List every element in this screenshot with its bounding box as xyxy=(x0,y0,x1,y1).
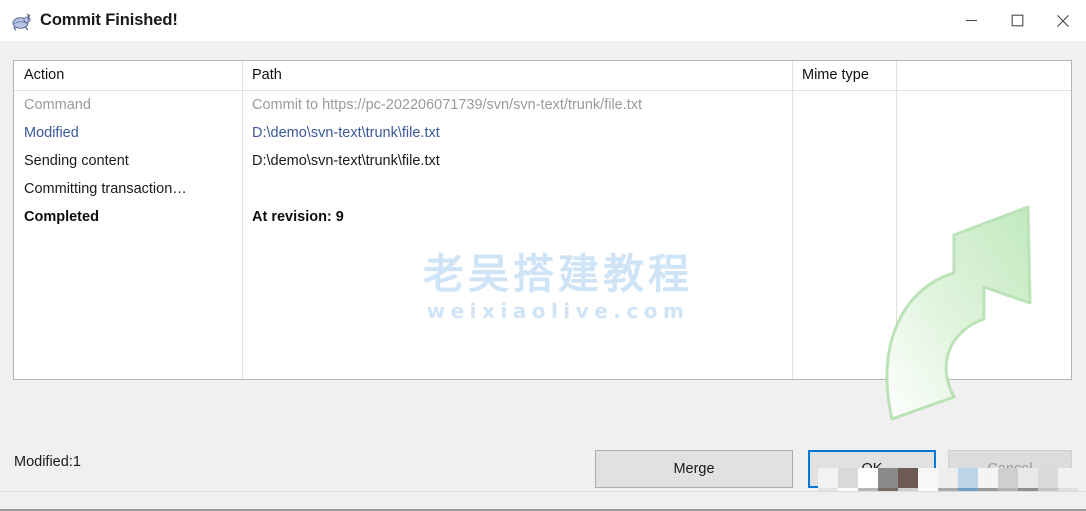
commit-progress-list[interactable]: Action Path Mime type Command Commit to … xyxy=(13,60,1072,380)
column-header-action[interactable]: Action xyxy=(14,61,242,90)
window-controls xyxy=(948,0,1086,41)
row-action-cell: Completed xyxy=(24,209,99,225)
minimize-button[interactable] xyxy=(948,0,994,41)
row-action-cell: Committing transaction… xyxy=(24,181,187,197)
list-header-row: Action Path Mime type xyxy=(14,61,1071,91)
table-row[interactable]: Modified D:\demo\svn-text\trunk\file.txt xyxy=(14,119,1071,147)
row-path-cell: Commit to https://pc-202206071739/svn/sv… xyxy=(252,97,643,113)
row-path-cell xyxy=(242,175,792,203)
row-action-cell: Sending content xyxy=(24,153,129,169)
row-mime-cell xyxy=(792,119,896,147)
table-row[interactable]: Completed At revision: 9 xyxy=(14,203,1071,231)
status-summary-text: Modified:1 xyxy=(14,454,81,470)
tortoisesvn-turtle-icon xyxy=(10,10,32,32)
cancel-button[interactable]: Cancel xyxy=(948,450,1072,488)
list-body: Command Commit to https://pc-20220607173… xyxy=(14,91,1071,231)
row-mime-cell xyxy=(792,91,896,119)
merge-button[interactable]: Merge xyxy=(595,450,793,488)
column-header-mime-type[interactable]: Mime type xyxy=(792,61,896,90)
table-row[interactable]: Committing transaction… xyxy=(14,175,1071,203)
bottom-grip-bar xyxy=(0,491,1086,511)
row-path-cell: D:\demo\svn-text\trunk\file.txt xyxy=(252,153,440,169)
title-bar: Commit Finished! xyxy=(0,0,1086,41)
row-path-cell: At revision: 9 xyxy=(252,209,344,225)
table-row[interactable]: Command Commit to https://pc-20220607173… xyxy=(14,91,1071,119)
close-button[interactable] xyxy=(1040,0,1086,41)
row-action-cell: Modified xyxy=(24,125,79,141)
table-row[interactable]: Sending content D:\demo\svn-text\trunk\f… xyxy=(14,147,1071,175)
dialog-client-area: Action Path Mime type Command Commit to … xyxy=(0,41,1086,511)
row-mime-cell xyxy=(792,147,896,175)
row-mime-cell xyxy=(792,203,896,231)
column-header-path[interactable]: Path xyxy=(242,61,792,90)
maximize-button[interactable] xyxy=(994,0,1040,41)
window-title: Commit Finished! xyxy=(40,11,178,29)
row-action-cell: Command xyxy=(24,97,91,113)
ok-button[interactable]: OK xyxy=(808,450,936,488)
row-path-cell: D:\demo\svn-text\trunk\file.txt xyxy=(252,125,440,141)
row-mime-cell xyxy=(792,175,896,203)
